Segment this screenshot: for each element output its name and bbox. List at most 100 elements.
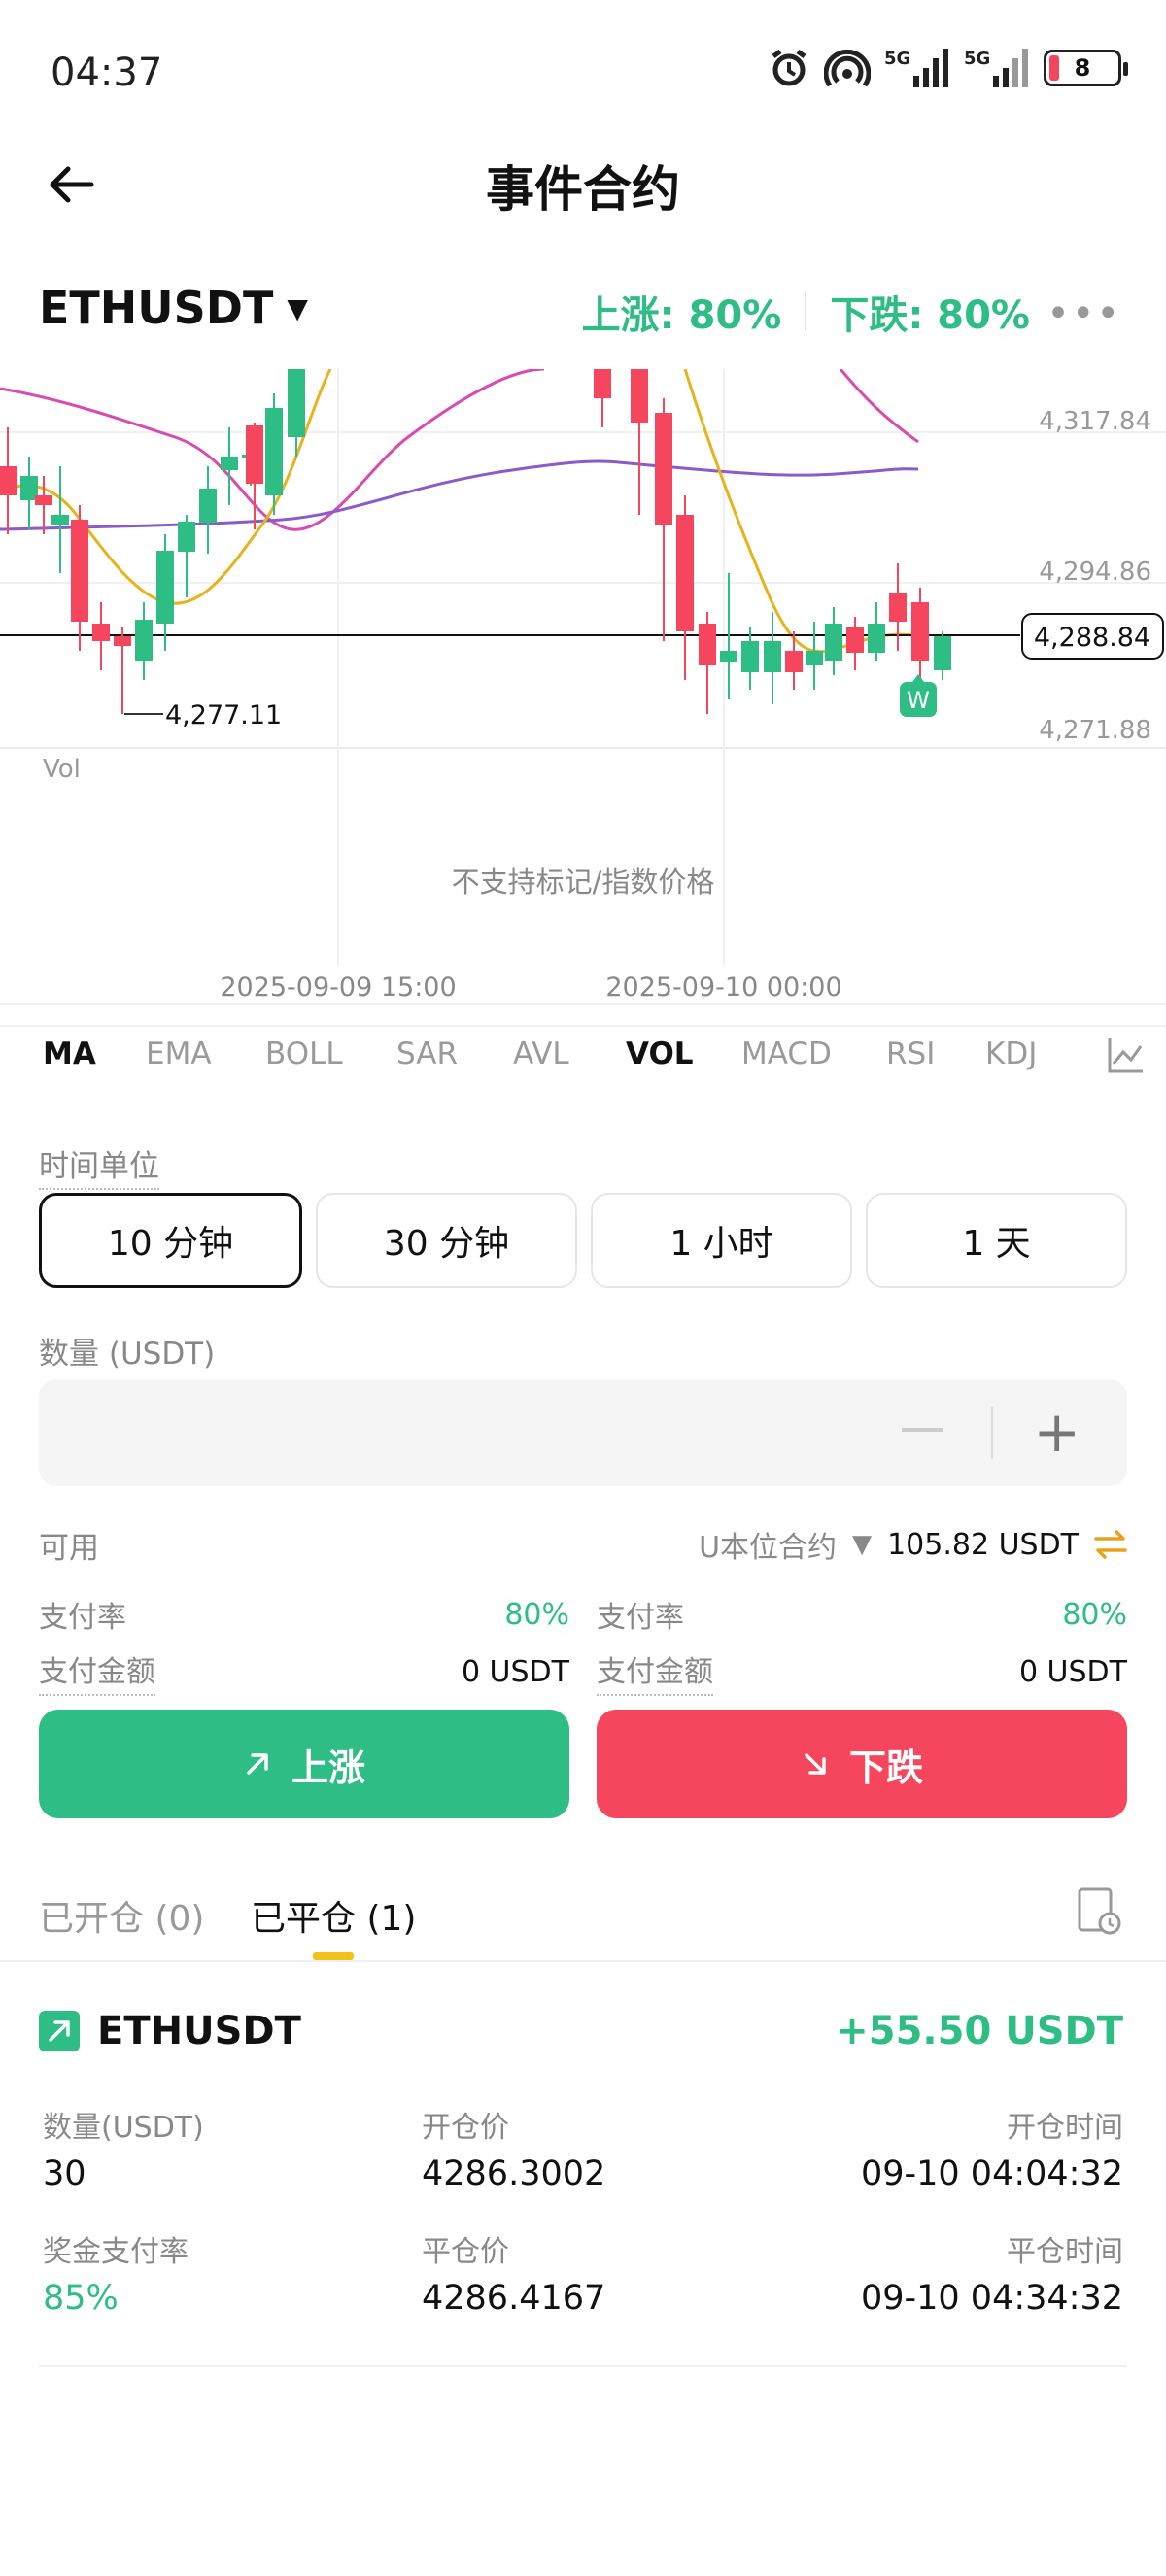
pay-rate-label-down: 支付率 xyxy=(597,1601,684,1635)
tab-closed-positions[interactable]: 已平仓 (1) xyxy=(251,1890,416,1941)
low-marker: 4,277.11 xyxy=(165,700,282,730)
price-level-1: 4,317.84 xyxy=(1039,407,1151,436)
plus-icon[interactable]: + xyxy=(1033,1403,1080,1461)
ma-purple-line xyxy=(0,459,919,531)
price-level-3: 4,271.88 xyxy=(1039,716,1151,745)
candle-body xyxy=(246,425,263,484)
up-button[interactable]: 上涨 xyxy=(39,1710,569,1818)
candle-body xyxy=(221,457,238,470)
candle-body xyxy=(178,522,195,552)
candle-body xyxy=(71,520,88,622)
tabs-divider xyxy=(0,1960,1166,1962)
indicator-macd[interactable]: MACD xyxy=(741,1036,832,1071)
candle-body xyxy=(911,602,929,661)
position-symbol: ETHUSDT xyxy=(39,2009,301,2053)
minus-icon[interactable] xyxy=(902,1428,943,1432)
candles xyxy=(0,369,951,714)
close-price-value: 4286.4167 xyxy=(422,2279,606,2318)
candle-body xyxy=(868,624,885,653)
candle-body xyxy=(889,593,907,622)
arrow-up-right-icon xyxy=(247,1753,268,1775)
current-price-label: 4,288.84 xyxy=(1034,623,1150,653)
svg-text:5G: 5G xyxy=(964,49,990,69)
indicator-vol[interactable]: VOL xyxy=(626,1036,694,1071)
more-options-icon[interactable]: ••• xyxy=(1046,291,1121,336)
open-price-label: 开仓价 xyxy=(422,2111,509,2145)
arrow-down-right-icon xyxy=(805,1753,826,1775)
history-icon[interactable] xyxy=(1077,1886,1123,1937)
candle-body xyxy=(288,369,305,437)
chart-settings-icon[interactable] xyxy=(1106,1034,1147,1075)
signal-5g-icon-2: 5G xyxy=(964,49,1028,87)
indicator-rsi[interactable]: RSI xyxy=(886,1036,935,1071)
time-unit-10m[interactable]: 10 分钟 xyxy=(39,1193,302,1288)
close-time-value: 09-10 04:34:32 xyxy=(860,2279,1123,2318)
time-unit-label: 时间单位 xyxy=(39,1141,159,1190)
hotspot-icon xyxy=(824,49,871,87)
tab-open-positions[interactable]: 已开仓 (0) xyxy=(39,1890,204,1941)
candle-body xyxy=(631,369,648,423)
candle-body xyxy=(51,515,69,525)
pay-rate-label-up: 支付率 xyxy=(39,1601,126,1635)
available-label: 可用 xyxy=(39,1531,99,1566)
price-level-2: 4,294.86 xyxy=(1039,558,1151,587)
battery-level: 8 xyxy=(1074,54,1091,82)
payout-value: 85% xyxy=(43,2279,119,2318)
qty-value: 30 xyxy=(43,2154,86,2193)
position-pnl: +55.50 USDT xyxy=(836,2009,1123,2053)
page-title: 事件合约 xyxy=(486,161,680,218)
time-label-1: 2025-09-09 15:00 xyxy=(220,972,456,1002)
candle-body xyxy=(114,636,131,646)
pay-amount-down: 0 USDT xyxy=(1018,1654,1127,1689)
qty-label: 数量(USDT) xyxy=(43,2111,204,2145)
candle-body xyxy=(720,651,737,662)
time-unit-30m[interactable]: 30 分钟 xyxy=(316,1193,577,1288)
contract-type-caret-icon[interactable]: ▼ xyxy=(852,1530,872,1559)
time-unit-1d[interactable]: 1 天 xyxy=(866,1193,1127,1288)
indicator-tabs: MA EMA BOLL SAR AVL VOL MACD RSI KDJ xyxy=(0,1025,1166,1083)
candle-body xyxy=(135,620,153,661)
candle-body xyxy=(199,489,217,523)
down-button[interactable]: 下跌 xyxy=(597,1710,1127,1818)
indicator-ema[interactable]: EMA xyxy=(146,1036,212,1071)
caret-down-icon: ▼ xyxy=(287,291,308,324)
indicator-sar[interactable]: SAR xyxy=(396,1036,458,1071)
card-divider xyxy=(39,2365,1127,2367)
open-time-label: 开仓时间 xyxy=(1007,2111,1123,2145)
symbol-name: ETHUSDT xyxy=(39,282,274,334)
available-info: U本位合约 ▼ 105.82 USDT xyxy=(699,1523,1127,1566)
time-label-2: 2025-09-10 00:00 xyxy=(605,972,841,1002)
up-rate: 上涨: 80% xyxy=(581,293,782,338)
alarm-icon xyxy=(772,49,806,86)
candle-body xyxy=(0,466,17,495)
status-icons: 5G 5G 8 xyxy=(768,47,1128,89)
stepper-divider xyxy=(991,1407,993,1459)
rates: 上涨: 80% 下跌: 80% xyxy=(582,284,1030,340)
down-button-label: 下跌 xyxy=(848,1746,923,1789)
vol-label: Vol xyxy=(43,755,81,784)
ma-pink-line-2 xyxy=(839,369,919,444)
transfer-icon[interactable] xyxy=(1094,1530,1127,1559)
active-tab-indicator xyxy=(313,1952,354,1960)
candle-body xyxy=(846,627,864,653)
symbol-selector[interactable]: ETHUSDT ▼ xyxy=(39,282,308,334)
pay-rate-up: 80% xyxy=(504,1597,569,1632)
contract-type-selector[interactable]: U本位合约 xyxy=(699,1523,837,1566)
payout-label: 奖金支付率 xyxy=(43,2235,189,2269)
quantity-input[interactable]: + xyxy=(39,1379,1127,1486)
time-unit-1h[interactable]: 1 小时 xyxy=(591,1193,852,1288)
pay-amount-label-up: 支付金额 xyxy=(39,1647,155,1696)
indicator-kdj[interactable]: KDJ xyxy=(985,1036,1037,1071)
candlestick-chart[interactable]: 4,288.84 4,317.84 4,294.86 4,271.88 4,27… xyxy=(0,369,1166,1010)
vol-notice: 不支持标记/指数价格 xyxy=(452,865,715,898)
battery-icon: 8 xyxy=(1044,50,1128,86)
down-rate: 下跌: 80% xyxy=(830,293,1030,338)
close-time-label: 平仓时间 xyxy=(1007,2235,1123,2269)
indicator-ma[interactable]: MA xyxy=(43,1036,96,1071)
indicator-boll[interactable]: BOLL xyxy=(265,1036,343,1071)
time-unit-options: 10 分钟 30 分钟 1 小时 1 天 xyxy=(39,1193,1127,1288)
candle-body xyxy=(676,515,694,631)
open-time-value: 09-10 04:04:32 xyxy=(860,2154,1123,2193)
status-time: 04:37 xyxy=(51,51,163,95)
indicator-avl[interactable]: AVL xyxy=(513,1036,569,1071)
